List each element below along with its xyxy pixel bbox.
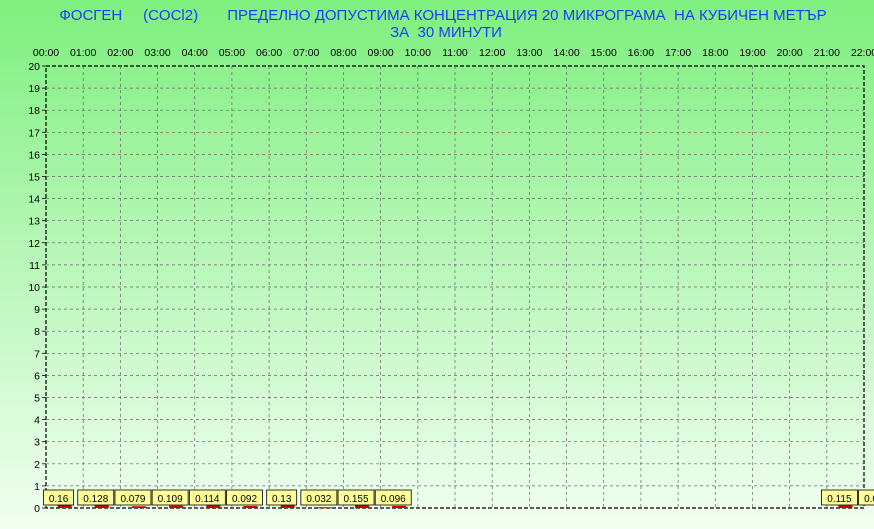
- data-label: 0.155: [344, 494, 369, 505]
- x-tick-label: 13:00: [516, 47, 542, 59]
- data-labels: 0.16 0.128 0.079 0.109 0.114 0.092 0.13 0.032 0.…: [43, 489, 874, 506]
- x-tick-label: 20:00: [776, 47, 802, 59]
- x-tick-label: 05:00: [219, 47, 245, 59]
- bar: [131, 506, 146, 508]
- bar: [280, 505, 295, 508]
- y-tick-label: 9: [34, 304, 40, 316]
- y-tick-label: 4: [34, 415, 40, 427]
- y-tick-label: 20: [28, 61, 40, 73]
- y-tick-label: 1: [34, 481, 40, 493]
- y-tick-label: 19: [28, 83, 40, 95]
- data-label: 0.092: [232, 494, 257, 505]
- y-tick-label: 11: [29, 260, 40, 272]
- bar: [169, 505, 184, 508]
- x-tick-label: 10:00: [405, 47, 431, 59]
- x-tick-label: 02:00: [107, 47, 133, 59]
- y-tick-label: 16: [28, 149, 40, 161]
- y-tick-label: 13: [28, 216, 40, 228]
- chart-subtitle: ЗА 30 МИНУТИ: [390, 24, 502, 41]
- y-tick-label: 17: [28, 127, 40, 139]
- data-label: 0.096: [381, 494, 406, 505]
- x-tick-label: 18:00: [702, 47, 728, 59]
- chart-title: ФОСГЕН (COCl2) ПРЕДЕЛНО ДОПУСТИМА КОНЦЕН…: [59, 7, 826, 24]
- chart: ФОСГЕН (COCl2) ПРЕДЕЛНО ДОПУСТИМА КОНЦЕН…: [28, 7, 874, 515]
- x-tick-label: 11:00: [442, 47, 468, 59]
- x-tick-label: 07:00: [293, 47, 319, 59]
- y-tick-label: 12: [28, 238, 40, 250]
- data-label: 0.115: [827, 494, 852, 505]
- y-tick-label: 18: [28, 105, 40, 117]
- x-tick-label: 06:00: [256, 47, 282, 59]
- x-tick-label: 09:00: [367, 47, 393, 59]
- bar: [94, 505, 109, 508]
- y-tick-label: 7: [34, 348, 40, 360]
- bar: [838, 505, 853, 508]
- bar: [317, 507, 332, 509]
- x-axis-ticks: 00:00 01:00 02:00 03:00 04:00 05:00 06:00 07:00…: [33, 47, 874, 59]
- x-tick-label: 03:00: [144, 47, 170, 59]
- x-tick-label: 19:00: [739, 47, 765, 59]
- bar: [392, 505, 407, 508]
- bar: [243, 505, 258, 508]
- grid: [42, 65, 865, 509]
- x-tick-label: 12:00: [479, 47, 505, 59]
- x-tick-label: 16:00: [628, 47, 654, 59]
- data-label: 0.128: [83, 494, 108, 505]
- y-tick-label: 2: [34, 459, 40, 471]
- data-label: 0.032: [864, 494, 874, 505]
- y-tick-label: 5: [34, 393, 40, 405]
- x-tick-label: 21:00: [814, 47, 840, 59]
- data-label: 0.109: [158, 494, 183, 505]
- x-tick-label: 00:00: [33, 47, 59, 59]
- data-label: 0.13: [272, 494, 292, 505]
- x-tick-label: 04:00: [182, 47, 208, 59]
- x-tick-label: 22:00: [851, 47, 874, 59]
- y-tick-label: 6: [34, 370, 40, 382]
- y-tick-label: 8: [34, 326, 40, 338]
- data-label: 0.114: [195, 494, 220, 505]
- data-label: 0.032: [306, 494, 331, 505]
- x-tick-label: 14:00: [553, 47, 579, 59]
- y-axis-ticks: 01234567891011121314151617181920: [28, 61, 40, 515]
- y-tick-label: 0: [34, 503, 40, 515]
- y-tick-label: 15: [28, 172, 40, 184]
- data-label: 0.16: [49, 494, 69, 505]
- y-tick-label: 3: [34, 437, 40, 449]
- x-tick-label: 08:00: [330, 47, 356, 59]
- y-tick-label: 10: [28, 282, 40, 294]
- x-tick-label: 15:00: [591, 47, 617, 59]
- x-tick-label: 17:00: [665, 47, 691, 59]
- y-tick-label: 14: [28, 194, 40, 206]
- bar: [206, 505, 221, 508]
- data-label: 0.079: [120, 494, 145, 505]
- x-tick-label: 01:00: [70, 47, 96, 59]
